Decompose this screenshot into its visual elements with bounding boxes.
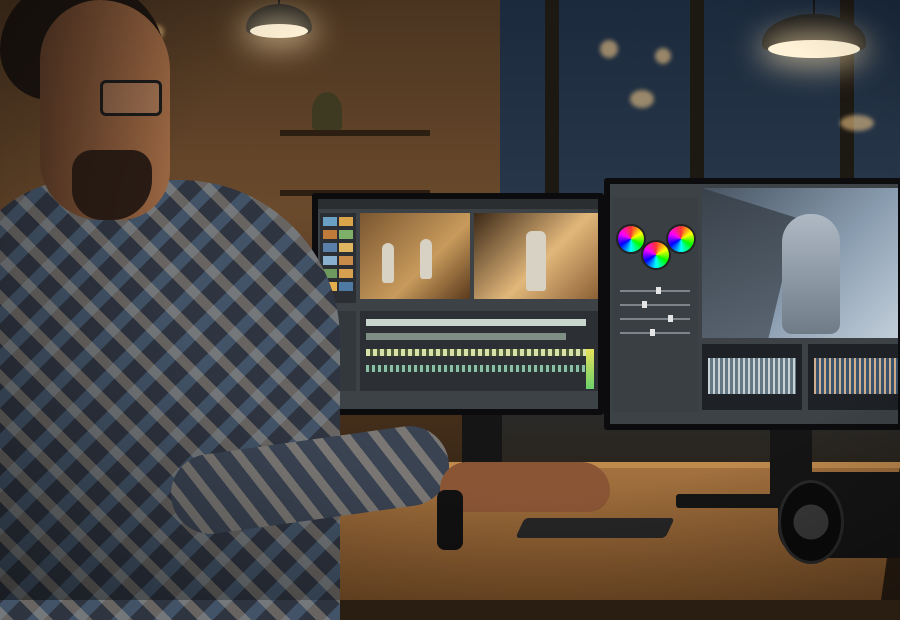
slider-knob [642,301,647,308]
wall-shelf [280,130,430,136]
bokeh-light [630,90,654,108]
plant [312,92,342,130]
waveform-scope [702,344,802,410]
adjust-slider [620,304,690,306]
grading-preview [702,188,898,338]
slider-knob [656,287,661,294]
waveform-scope [808,344,898,410]
astronaut-figure [782,214,840,334]
adjust-slider [620,318,690,320]
astronaut-figure [382,243,394,283]
monitor-base [676,494,786,508]
program-viewer [474,213,598,299]
slider-knob [650,329,655,336]
adjust-slider [620,290,690,292]
window-frame [690,0,704,200]
mouse-pad [515,518,675,538]
timeline-track [366,319,586,326]
adjust-slider [620,332,690,334]
bokeh-light [655,48,671,64]
color-panel [612,198,698,412]
source-viewer [360,213,470,299]
bokeh-light [600,40,618,58]
color-grading-screen [610,184,898,424]
audio-meter [586,349,594,389]
timeline-track [366,333,566,340]
person-torso [0,180,340,620]
eyeglasses [100,80,162,116]
monitor-right [604,178,900,430]
slider-knob [668,315,673,322]
video-editor-screen [318,199,598,409]
timeline-track [366,365,592,372]
editor-menu-bar [318,199,598,209]
color-wheel [666,224,696,254]
timeline-track [366,349,592,356]
window-frame [545,0,559,200]
camera-lens [778,480,844,564]
pendant-lamp [762,0,866,62]
monitor-left [312,193,604,415]
timeline-panel [360,311,598,391]
astronaut-figure [420,239,432,279]
astronaut-figure [526,231,546,291]
color-wheel [641,240,671,270]
editing-studio-scene [0,0,900,620]
pendant-lamp [246,0,312,42]
person-hand [440,462,610,512]
wristwatch [437,490,463,550]
bokeh-light [840,115,874,131]
